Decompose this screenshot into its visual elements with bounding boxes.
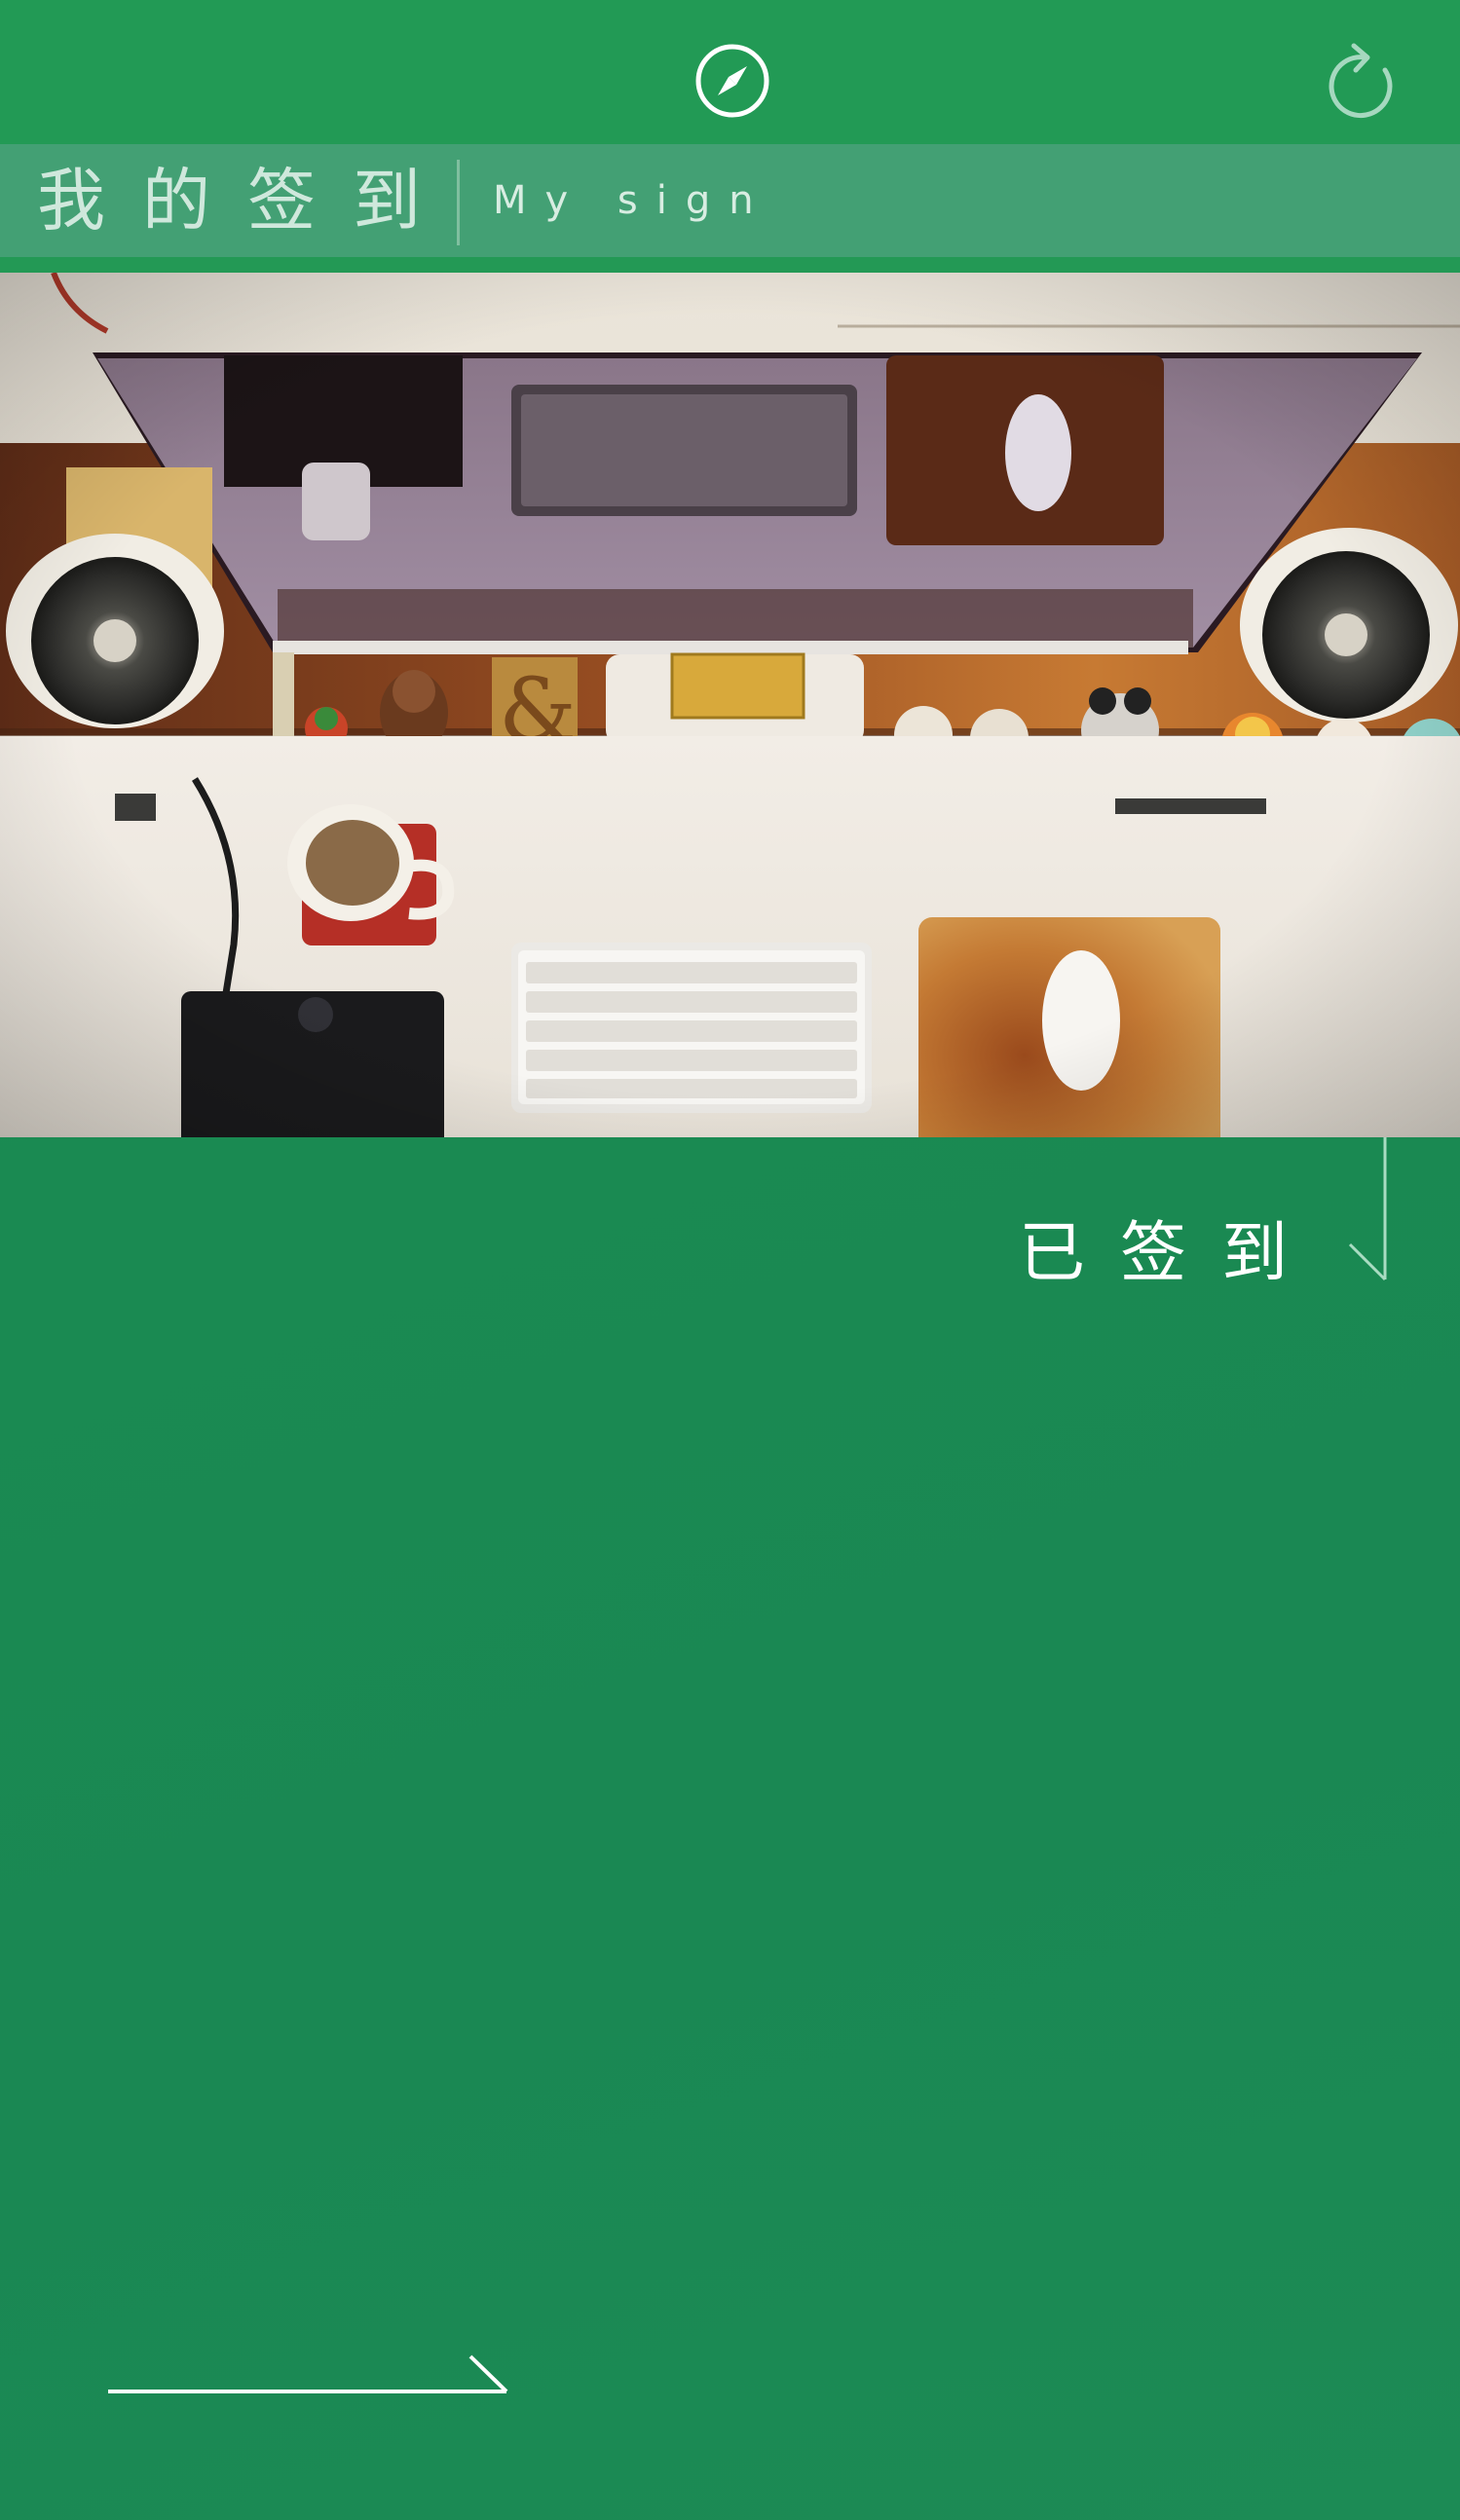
refresh-icon bbox=[1329, 43, 1393, 119]
next-button[interactable] bbox=[105, 2354, 510, 2395]
top-bar bbox=[0, 0, 1460, 144]
page-subtitle: My sign bbox=[493, 178, 772, 223]
down-arrow-icon bbox=[1348, 1137, 1387, 1281]
title-band: 我的签到 My sign bbox=[0, 144, 1460, 257]
band-spacer bbox=[0, 257, 1460, 273]
refresh-button[interactable] bbox=[1325, 41, 1403, 125]
page-title: 我的签到 bbox=[37, 161, 458, 241]
title-divider bbox=[457, 160, 460, 245]
compass-icon bbox=[695, 44, 769, 118]
right-arrow-icon bbox=[108, 2354, 508, 2393]
hero-image: & bbox=[0, 273, 1460, 1137]
signed-in-status: 已签到 bbox=[1019, 1215, 1324, 1292]
compass-button[interactable] bbox=[694, 43, 770, 119]
